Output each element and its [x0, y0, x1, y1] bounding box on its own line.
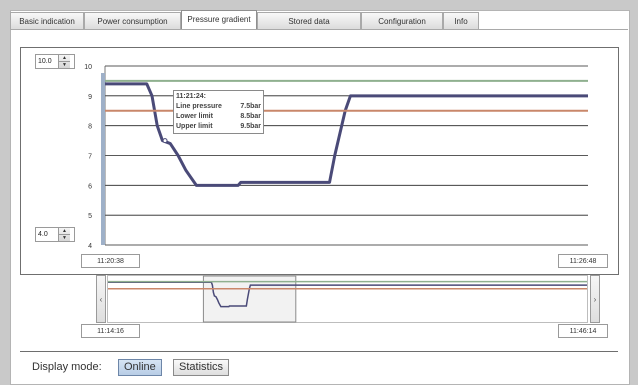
tab-stored-data[interactable]: Stored data [257, 12, 361, 29]
tooltip-time-text: 11:21:24: [176, 93, 206, 100]
tab-divider [10, 29, 628, 30]
tab-basic-indication[interactable]: Basic indication [10, 12, 84, 29]
tooltip-upper-label: Upper limit [176, 123, 213, 130]
y-min-spinner[interactable]: 4.0 ▲ ▼ [35, 227, 75, 242]
tab-power-consumption[interactable]: Power consumption [84, 12, 181, 29]
tooltip-upper-value: 9.5bar [240, 123, 261, 130]
tooltip-row-lower: Lower limit 8.5bar [176, 112, 261, 122]
display-mode-label: Display mode: [32, 361, 102, 373]
chevron-up-icon[interactable]: ▲ [59, 55, 70, 62]
y-max-value[interactable]: 10.0 [36, 55, 58, 68]
overview-end-box: 11:46:14 [558, 324, 608, 338]
mode-divider [20, 351, 618, 352]
tooltip-row-upper: Upper limit 9.5bar [176, 122, 261, 132]
tooltip-time: 11:21:24: [176, 92, 261, 102]
tab-info[interactable]: Info [443, 12, 479, 29]
time-start-box: 11:20:38 [81, 254, 140, 268]
overview-strip[interactable] [107, 275, 588, 323]
chevron-down-icon[interactable]: ▼ [59, 62, 70, 68]
chevron-down-icon[interactable]: ▼ [59, 235, 70, 241]
tooltip-lower-value: 8.5bar [240, 113, 261, 120]
overview-start-box: 11:14:16 [81, 324, 140, 338]
time-end-box: 11:26:48 [558, 254, 608, 268]
scroll-left-button[interactable]: ‹ [96, 275, 106, 323]
chevron-up-icon[interactable]: ▲ [59, 228, 70, 235]
tooltip-lower-label: Lower limit [176, 113, 213, 120]
chart-tooltip: 11:21:24: Line pressure 7.5bar Lower limi… [173, 90, 264, 134]
tooltip-row-line: Line pressure 7.5bar [176, 102, 261, 112]
y-min-stepper[interactable]: ▲ ▼ [58, 228, 70, 241]
tab-bar: Basic indication Power consumption Press… [10, 10, 479, 30]
tab-pressure-gradient[interactable]: Pressure gradient [181, 10, 257, 29]
scroll-right-button[interactable]: › [590, 275, 600, 323]
tooltip-line-label: Line pressure [176, 103, 222, 110]
y-max-stepper[interactable]: ▲ ▼ [58, 55, 70, 68]
online-button[interactable]: Online [118, 359, 162, 376]
tab-configuration[interactable]: Configuration [361, 12, 443, 29]
tooltip-line-value: 7.5bar [240, 103, 261, 110]
y-max-spinner[interactable]: 10.0 ▲ ▼ [35, 54, 75, 69]
y-min-value[interactable]: 4.0 [36, 228, 58, 241]
chart-frame [20, 47, 619, 275]
statistics-button[interactable]: Statistics [173, 359, 230, 376]
